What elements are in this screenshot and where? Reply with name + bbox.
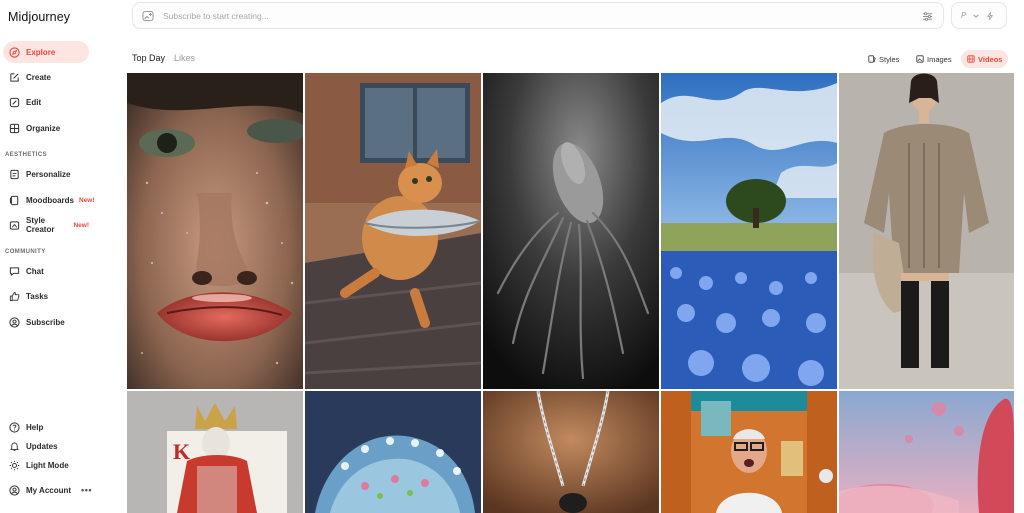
mode-selector[interactable]: P <box>951 2 1007 29</box>
gallery-tile-tree[interactable] <box>661 73 837 389</box>
sidebar-item-label: Edit <box>26 97 42 107</box>
sidebar-item-style-creator[interactable]: Style Creator New! <box>3 214 89 236</box>
filter-label: Videos <box>978 54 1003 64</box>
sidebar-item-explore[interactable]: Explore <box>3 41 89 63</box>
tree-field-image <box>661 73 837 389</box>
personalize-icon <box>10 169 19 179</box>
help-icon <box>9 421 20 433</box>
sweater-woman-image <box>839 73 1014 389</box>
sidebar-item-subscribe[interactable]: Subscribe <box>3 311 89 333</box>
king-card-image: K <box>127 391 303 513</box>
sidebar-item-label: Style Creator <box>26 216 55 234</box>
sidebar-item-label: Updates <box>26 441 58 451</box>
old-man-image <box>661 391 837 513</box>
sidebar-item-label: Moodboards <box>26 195 74 205</box>
sidebar-item-moodboards[interactable]: Moodboards New! <box>3 189 95 211</box>
gallery-tile-old-man[interactable] <box>661 391 837 513</box>
sidebar-item-personalize[interactable]: Personalize <box>3 163 89 185</box>
moodboard-icon <box>9 195 19 205</box>
gallery-tile-face[interactable] <box>127 73 303 389</box>
user-circle-icon <box>9 316 20 328</box>
pink-landscape-image <box>839 391 1014 513</box>
thumbs-up-icon <box>9 291 20 301</box>
gallery-tile-cat[interactable] <box>305 73 481 389</box>
filter-styles[interactable]: Styles <box>862 50 905 68</box>
new-badge: New! <box>79 196 95 204</box>
sidebar-item-label: Personalize <box>26 169 71 179</box>
lightning-icon <box>987 11 994 20</box>
gallery-tile-pink[interactable] <box>839 391 1014 513</box>
more-options-icon[interactable]: ••• <box>81 485 92 495</box>
cat-image <box>305 73 481 389</box>
sidebar-item-label: Chat <box>26 266 44 276</box>
sidebar-item-chat[interactable]: Chat <box>3 260 89 282</box>
image-icon <box>916 55 924 63</box>
gallery-tile-squid[interactable] <box>483 73 659 389</box>
filter-label: Styles <box>879 54 900 64</box>
filter-videos[interactable]: Videos <box>961 50 1009 68</box>
squid-image <box>483 73 659 389</box>
svg-text:K: K <box>173 439 190 464</box>
sidebar-item-label: Organize <box>26 123 61 133</box>
gallery-grid: K <box>127 73 1014 513</box>
gallery-tile-jewel[interactable] <box>305 391 481 513</box>
sidebar-item-label: Subscribe <box>26 317 65 327</box>
grid-icon <box>9 123 20 133</box>
chat-icon <box>9 266 20 276</box>
new-badge: New! <box>73 221 89 229</box>
sidebar: Midjourney Explore Create Edit Organize … <box>0 0 120 503</box>
filter-images[interactable]: Images <box>910 50 958 68</box>
sun-icon <box>9 460 20 470</box>
jewel-image <box>305 391 481 513</box>
settings-sliders-icon[interactable] <box>922 11 933 22</box>
tab-likes[interactable]: Likes <box>174 53 195 63</box>
sidebar-item-label: Light Mode <box>26 460 69 470</box>
sidebar-item-light-mode[interactable]: Light Mode <box>3 454 89 476</box>
edit-icon <box>9 97 20 107</box>
sidebar-item-tasks[interactable]: Tasks <box>3 285 89 307</box>
sidebar-item-label: Explore <box>26 47 56 57</box>
prompt-bar <box>132 2 944 29</box>
sidebar-item-create[interactable]: Create <box>3 66 89 88</box>
sidebar-item-label: Help <box>26 422 44 432</box>
section-label-aesthetics: AESTHETICS <box>5 152 48 158</box>
pencil-icon <box>10 72 19 82</box>
prompt-input[interactable] <box>163 10 903 21</box>
gallery-tile-necklace[interactable] <box>483 391 659 513</box>
styles-icon <box>868 55 876 63</box>
face-image <box>127 73 303 389</box>
compass-icon <box>9 46 20 58</box>
sidebar-item-edit[interactable]: Edit <box>3 91 89 113</box>
bell-icon <box>10 442 19 451</box>
app-logo[interactable]: Midjourney <box>8 10 70 24</box>
style-creator-icon <box>9 220 20 230</box>
necklace-image <box>483 391 659 513</box>
sidebar-item-label: Tasks <box>26 291 49 301</box>
gallery-tile-sweater[interactable] <box>839 73 1014 389</box>
section-label-community: COMMUNITY <box>5 249 46 255</box>
tab-top-day[interactable]: Top Day <box>132 53 165 63</box>
sidebar-item-label: Create <box>26 72 51 82</box>
add-image-icon[interactable] <box>142 10 154 22</box>
filter-label: Images <box>927 54 952 64</box>
mode-label: P <box>961 11 967 20</box>
sidebar-item-organize[interactable]: Organize <box>3 117 89 139</box>
sidebar-item-label: My Account <box>26 485 72 495</box>
video-icon <box>967 55 975 63</box>
account-icon <box>9 484 20 496</box>
sidebar-item-my-account[interactable]: My Account ••• <box>3 479 95 501</box>
gallery-tile-king-card[interactable]: K <box>127 391 303 513</box>
chevron-down-icon <box>973 13 980 18</box>
